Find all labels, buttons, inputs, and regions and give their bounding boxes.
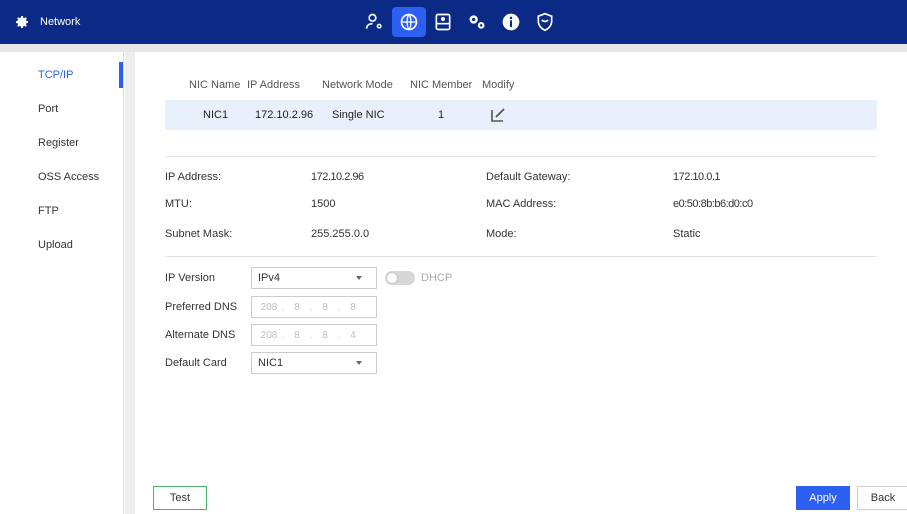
nic-name-cell: NIC1 bbox=[165, 100, 247, 130]
table-row[interactable]: NIC1 172.10.2.96 Single NIC 1 bbox=[165, 100, 877, 130]
dns-octet[interactable]: 208 bbox=[258, 302, 280, 313]
dhcp-toggle[interactable] bbox=[385, 271, 415, 285]
info-icon bbox=[502, 13, 520, 31]
storage-nav-button[interactable] bbox=[426, 7, 460, 37]
dhcp-label: DHCP bbox=[421, 272, 453, 284]
dns-octet[interactable]: 208 bbox=[258, 330, 280, 341]
nic-table: NIC Name IP Address Network Mode NIC Mem… bbox=[165, 70, 877, 130]
col-network-mode: Network Mode bbox=[322, 79, 393, 91]
info-nav-button[interactable] bbox=[494, 7, 528, 37]
preferred-dns-row: Preferred DNS 208. 8. 8. 8 bbox=[165, 296, 377, 318]
ip-version-label: IP Version bbox=[165, 272, 215, 284]
col-nic-name: NIC Name bbox=[189, 79, 241, 91]
chevron-down-icon bbox=[356, 361, 362, 365]
top-bar: Network bbox=[0, 0, 907, 44]
subnet-mask-value: 255.255.0.0 bbox=[311, 228, 370, 240]
content-gutter bbox=[125, 52, 135, 514]
nic-modify-cell bbox=[482, 100, 877, 130]
mtu-label: MTU: bbox=[165, 198, 192, 210]
back-button[interactable]: Back bbox=[857, 486, 907, 510]
col-ip-address: IP Address bbox=[247, 79, 300, 91]
alternate-dns-label: Alternate DNS bbox=[165, 329, 236, 341]
alternate-dns-input[interactable]: 208. 8. 8. 4 bbox=[251, 324, 377, 346]
sidebar-item-upload[interactable]: Upload bbox=[0, 228, 123, 262]
nic-table-header: NIC Name IP Address Network Mode NIC Mem… bbox=[165, 70, 877, 100]
alternate-dns-row: Alternate DNS 208. 8. 8. 4 bbox=[165, 324, 377, 346]
main-panel: NIC Name IP Address Network Mode NIC Mem… bbox=[135, 52, 907, 514]
section-divider bbox=[165, 256, 877, 257]
top-nav bbox=[358, 7, 562, 37]
network-nav-button[interactable] bbox=[392, 7, 426, 37]
dns-octet[interactable]: 8 bbox=[314, 330, 336, 341]
apply-button[interactable]: Apply bbox=[796, 486, 850, 510]
ip-address-value: 172.10.2.96 bbox=[311, 171, 364, 183]
dns-octet[interactable]: 8 bbox=[342, 302, 364, 313]
dns-octet[interactable]: 8 bbox=[314, 302, 336, 313]
default-card-row: Default Card NIC1 bbox=[165, 352, 377, 374]
gear-icon bbox=[16, 16, 28, 28]
nic-ip-cell: 172.10.2.96 bbox=[247, 100, 322, 130]
account-icon bbox=[365, 13, 382, 29]
col-nic-member: NIC Member bbox=[410, 79, 473, 91]
sidebar-item-ftp[interactable]: FTP bbox=[0, 194, 123, 228]
default-gateway-label: Default Gateway: bbox=[486, 171, 571, 183]
system-settings-icon bbox=[469, 15, 485, 29]
nic-member-cell: 1 bbox=[410, 100, 482, 130]
mode-value: Static bbox=[673, 228, 701, 240]
chevron-down-icon bbox=[356, 276, 362, 280]
dns-octet[interactable]: 8 bbox=[286, 302, 308, 313]
test-button[interactable]: Test bbox=[153, 486, 207, 510]
default-gateway-value: 172.10.0.1 bbox=[673, 171, 721, 183]
col-modify: Modify bbox=[482, 79, 515, 91]
sidebar-item-oss-access[interactable]: OSS Access bbox=[0, 160, 123, 194]
header-divider bbox=[0, 44, 907, 52]
ip-address-label: IP Address: bbox=[165, 171, 222, 183]
default-card-label: Default Card bbox=[165, 357, 227, 369]
system-nav-button[interactable] bbox=[460, 7, 494, 37]
preferred-dns-input[interactable]: 208. 8. 8. 8 bbox=[251, 296, 377, 318]
mode-label: Mode: bbox=[486, 228, 517, 240]
sidebar-item-register[interactable]: Register bbox=[0, 126, 123, 160]
security-icon bbox=[537, 12, 553, 32]
dns-octet[interactable]: 4 bbox=[342, 330, 364, 341]
security-nav-button[interactable] bbox=[528, 7, 562, 37]
ip-version-row: IP Version IPv4 DHCP bbox=[165, 267, 452, 289]
page-title: Network bbox=[40, 16, 81, 28]
mtu-value: 1500 bbox=[311, 198, 336, 210]
brand: Network bbox=[14, 14, 80, 30]
storage-icon bbox=[435, 13, 451, 31]
network-icon bbox=[400, 13, 418, 31]
ip-version-select[interactable]: IPv4 bbox=[251, 267, 377, 289]
toggle-knob bbox=[386, 272, 398, 284]
preferred-dns-label: Preferred DNS bbox=[165, 301, 238, 313]
sidebar: TCP/IP Port Register OSS Access FTP Uplo… bbox=[0, 52, 124, 514]
mac-address-value: e0:50:8b:b6:d0:c0 bbox=[673, 198, 753, 210]
section-divider bbox=[165, 156, 877, 157]
account-nav-button[interactable] bbox=[358, 7, 392, 37]
default-card-value: NIC1 bbox=[258, 357, 284, 369]
sidebar-item-tcpip[interactable]: TCP/IP bbox=[0, 58, 123, 92]
dns-octet[interactable]: 8 bbox=[286, 330, 308, 341]
nic-mode-cell: Single NIC bbox=[322, 100, 410, 130]
default-card-select[interactable]: NIC1 bbox=[251, 352, 377, 374]
subnet-mask-label: Subnet Mask: bbox=[165, 228, 233, 240]
ip-version-value: IPv4 bbox=[258, 272, 281, 284]
edit-icon[interactable] bbox=[490, 107, 506, 123]
sidebar-item-port[interactable]: Port bbox=[0, 92, 123, 126]
mac-address-label: MAC Address: bbox=[486, 198, 557, 210]
